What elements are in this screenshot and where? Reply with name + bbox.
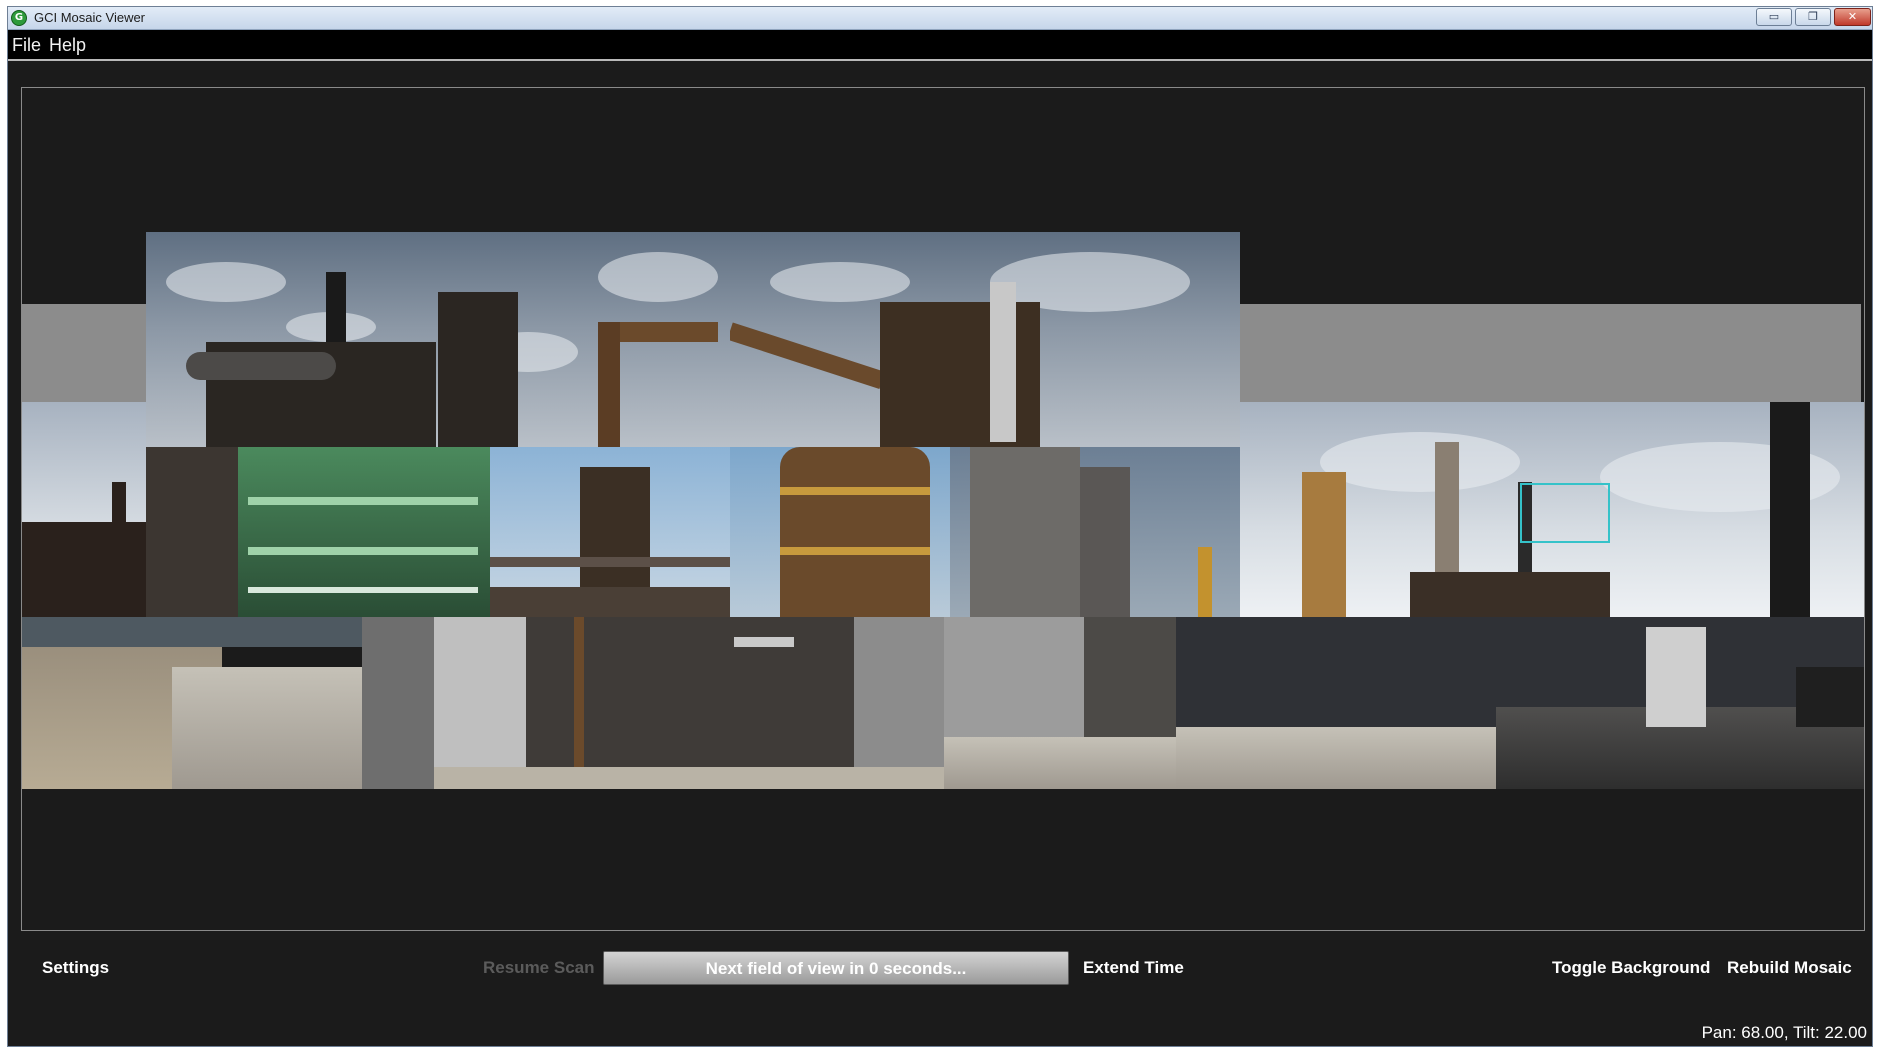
extend-time-button[interactable]: Extend Time — [1077, 947, 1190, 989]
pan-tilt-status: Pan: 68.00, Tilt: 22.00 — [1701, 1023, 1867, 1042]
mosaic-tile — [146, 447, 238, 617]
rebuild-mosaic-button[interactable]: Rebuild Mosaic — [1721, 947, 1858, 989]
resume-scan-button[interactable]: Resume Scan — [477, 947, 601, 989]
restore-icon: ❐ — [1808, 10, 1818, 23]
minimize-icon: ▭ — [1768, 10, 1780, 23]
settings-button[interactable]: Settings — [36, 947, 115, 989]
mosaic-tile — [22, 402, 146, 617]
mosaic-tile — [730, 232, 1240, 447]
menu-bar: File Help — [8, 30, 1872, 59]
app-window: G GCI Mosaic Viewer ▭ ❐ ✕ File Help Sett… — [7, 6, 1873, 1047]
progress-text: Next field of view in 0 seconds... — [705, 959, 967, 978]
minimize-button[interactable]: ▭ — [1756, 8, 1792, 26]
close-icon: ✕ — [1847, 10, 1858, 23]
mosaic-background-band-right — [1218, 304, 1861, 402]
mosaic-tile — [944, 617, 1176, 789]
field-of-view-selection[interactable] — [1520, 483, 1610, 543]
app-logo-icon: G — [11, 10, 27, 26]
mosaic-tile — [490, 447, 730, 617]
menu-file[interactable]: File — [12, 35, 41, 56]
menu-divider — [8, 59, 1872, 61]
next-fov-progress: Next field of view in 0 seconds... — [603, 951, 1069, 985]
title-bar[interactable]: G GCI Mosaic Viewer ▭ ❐ ✕ — [8, 7, 1872, 30]
mosaic-tile — [950, 447, 1240, 617]
mosaic-tile — [22, 617, 434, 789]
mosaic-background-band-left — [22, 304, 146, 402]
mosaic-tile — [1176, 617, 1864, 789]
control-bar: Settings Resume Scan Next field of view … — [8, 947, 1872, 997]
menu-help[interactable]: Help — [49, 35, 86, 56]
mosaic-tile — [146, 232, 438, 447]
mosaic-tile — [438, 232, 730, 447]
close-button[interactable]: ✕ — [1834, 8, 1871, 26]
mosaic-tile — [434, 617, 944, 789]
restore-button[interactable]: ❐ — [1795, 8, 1831, 26]
window-title: GCI Mosaic Viewer — [34, 10, 146, 25]
mosaic-tile — [238, 447, 490, 617]
mosaic-canvas[interactable] — [21, 87, 1865, 931]
mosaic-tile — [730, 447, 950, 617]
toggle-background-button[interactable]: Toggle Background — [1546, 947, 1716, 989]
